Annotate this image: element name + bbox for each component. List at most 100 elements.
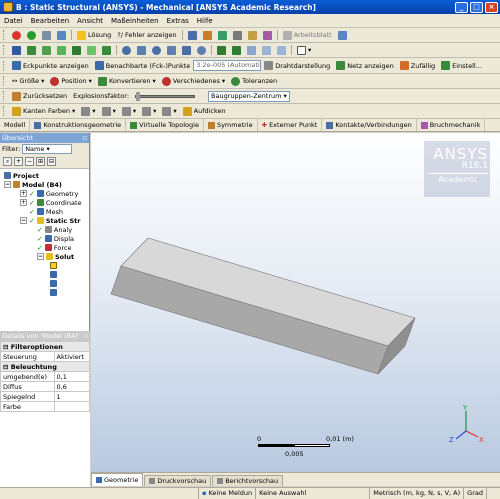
maximize-button[interactable]: □ <box>470 1 483 13</box>
outline-close-icon[interactable]: ▫ <box>83 133 89 143</box>
minimize-button[interactable]: _ <box>455 1 468 13</box>
tool-button-3[interactable] <box>230 29 245 41</box>
tab-print-preview[interactable]: Druckvorschau <box>144 475 212 486</box>
node-select-button[interactable] <box>84 44 99 56</box>
print-button[interactable] <box>39 29 54 41</box>
edge-colors-button[interactable]: Kanten Farben ▾ <box>9 105 78 117</box>
settings-button[interactable]: Einstell... <box>438 60 485 72</box>
check-button[interactable] <box>24 29 39 41</box>
tolerance-field[interactable]: 3.2e-005 (Automatisch sk… <box>193 60 262 71</box>
select-mode-button[interactable] <box>9 44 24 56</box>
tree-item-static-structural[interactable]: − ✓ Static Str <box>20 216 81 225</box>
search-tree-icon[interactable]: ⌕ <box>3 157 12 166</box>
next-view-button[interactable] <box>229 44 244 56</box>
element-select-button[interactable] <box>99 44 114 56</box>
previous-view-button[interactable] <box>214 44 229 56</box>
edge-style-button-2[interactable]: ▾ <box>99 105 119 117</box>
filter-select[interactable]: Name ▾ <box>22 144 73 154</box>
convert-menu-button[interactable]: Konvertieren ▾ <box>95 75 159 87</box>
explode-slider[interactable] <box>135 91 196 101</box>
tab-construction-geometry[interactable]: Konstruktionsgeometrie <box>30 119 127 131</box>
menu-help[interactable]: Hilfe <box>193 17 217 25</box>
details-pin-icon[interactable]: ▫ <box>84 331 90 341</box>
tree-item-coordinate-systems[interactable]: + ✓ Coordinate <box>20 198 82 207</box>
tab-external-point[interactable]: ✚ Externer Punkt <box>258 119 323 131</box>
front-view-button[interactable] <box>274 44 289 56</box>
menu-view[interactable]: Ansicht <box>73 17 107 25</box>
misc-menu-button[interactable]: Verschiedenes ▾ <box>159 75 228 87</box>
show-vertices-button[interactable]: Eckpunkte anzeigen <box>9 60 92 72</box>
expand-all-icon[interactable]: ⊞ <box>36 157 45 166</box>
status-messages[interactable]: ▪ Keine Meldun <box>197 488 255 499</box>
property-value[interactable]: 1 <box>53 391 91 402</box>
close-button[interactable]: × <box>485 1 498 13</box>
property-value[interactable] <box>53 401 91 412</box>
tree-item-solution[interactable]: − Solut <box>37 252 74 261</box>
model-geometry[interactable] <box>91 133 500 472</box>
menu-units[interactable]: Maßeinheiten <box>107 17 163 25</box>
menu-file[interactable]: Datei <box>0 17 27 25</box>
face-select-button[interactable] <box>54 44 69 56</box>
adjacent-vertices-button[interactable]: Benachbarte (Fck-)Punkte <box>92 60 194 72</box>
iso-view-button[interactable] <box>244 44 259 56</box>
tab-symmetry[interactable]: Symmetrie <box>204 119 258 131</box>
collapse-toggle[interactable]: − <box>4 181 11 188</box>
tolerances-button[interactable]: Toleranzen <box>228 75 280 87</box>
tab-virtual-topology[interactable]: Virtuelle Topologie <box>126 119 204 131</box>
reset-button[interactable]: Zurücksetzen <box>9 90 70 102</box>
tree-item-force[interactable]: ✓ Force <box>37 243 71 252</box>
help-pointer-button[interactable] <box>335 29 350 41</box>
edge-style-button-1[interactable]: ▾ <box>78 105 98 117</box>
pan-button[interactable] <box>134 44 149 56</box>
graphics-viewport[interactable]: ANSYS R18.1 Academic 0 0,01 (m) 0,005 Y … <box>91 133 500 472</box>
tree-item-analysis-settings[interactable]: ✓ Analy <box>37 225 72 234</box>
tree-item-result-2[interactable] <box>50 279 57 288</box>
property-value[interactable]: 0,6 <box>53 381 91 392</box>
expand-toggle[interactable]: + <box>20 199 27 206</box>
show-errors-button[interactable]: ?/ Fehler anzeigen <box>114 29 179 41</box>
edge-style-button-4[interactable]: ▾ <box>139 105 159 117</box>
tab-report-preview[interactable]: Berichtvorschau <box>212 475 284 486</box>
zoom-button[interactable] <box>149 44 164 56</box>
zoom-fit-button[interactable] <box>179 44 194 56</box>
show-mesh-button[interactable]: Netz anzeigen <box>333 60 396 72</box>
tool-button-2[interactable] <box>215 29 230 41</box>
tree-item-mesh[interactable]: ✓ Mesh <box>29 207 63 216</box>
tool-button-5[interactable] <box>260 29 275 41</box>
collapse-all-icon[interactable]: ⊟ <box>47 157 56 166</box>
expand-icon[interactable]: + <box>14 157 23 166</box>
tree-item-result-3[interactable] <box>50 288 57 297</box>
edge-style-button-3[interactable]: ▾ <box>119 105 139 117</box>
tab-geometry[interactable]: Geometrie <box>91 473 144 486</box>
view-cube-button[interactable] <box>259 44 274 56</box>
collapse-toggle[interactable]: − <box>20 217 27 224</box>
menu-edit[interactable]: Bearbeiten <box>27 17 73 25</box>
tree-item-model[interactable]: − Model (B4) <box>4 180 62 189</box>
worksheet-button[interactable]: Arbeitsblatt <box>280 29 335 41</box>
new-button[interactable] <box>9 29 24 41</box>
tree-item-geometry[interactable]: + ✓ Geometry <box>20 189 78 198</box>
explode-center-select[interactable]: Baugruppen-Zentrum ▾ <box>208 90 291 102</box>
collapse-icon[interactable]: − <box>25 157 34 166</box>
expand-toggle[interactable]: + <box>20 190 27 197</box>
solve-button[interactable]: Lösung <box>74 29 114 41</box>
edge-style-button-5[interactable]: ▾ <box>159 105 179 117</box>
edge-select-button[interactable] <box>39 44 54 56</box>
magnifier-button[interactable] <box>194 44 209 56</box>
thicken-button[interactable]: Aufdicken <box>180 105 229 117</box>
tab-contacts[interactable]: Kontakte/Verbindungen <box>322 119 417 131</box>
random-colors-button[interactable]: Zufällig <box>397 60 438 72</box>
property-value[interactable]: 0,1 <box>53 371 91 382</box>
wireframe-button[interactable]: Drahtdarstellung <box>261 60 333 72</box>
position-menu-button[interactable]: Position ▾ <box>47 75 95 87</box>
collapse-toggle[interactable]: − <box>37 253 44 260</box>
tree-item-result-1[interactable] <box>50 270 57 279</box>
tab-model[interactable]: Modell <box>0 119 31 131</box>
body-select-button[interactable] <box>69 44 84 56</box>
tab-fracture[interactable]: Bruchmechanik <box>417 119 486 131</box>
tool-button-4[interactable] <box>245 29 260 41</box>
wireframe-toggle-button[interactable] <box>185 29 200 41</box>
rotate-button[interactable] <box>119 44 134 56</box>
size-menu-button[interactable]: ↔ Größe ▾ <box>9 75 47 87</box>
section-lighting[interactable]: ⊟ Beleuchtung <box>0 361 90 372</box>
